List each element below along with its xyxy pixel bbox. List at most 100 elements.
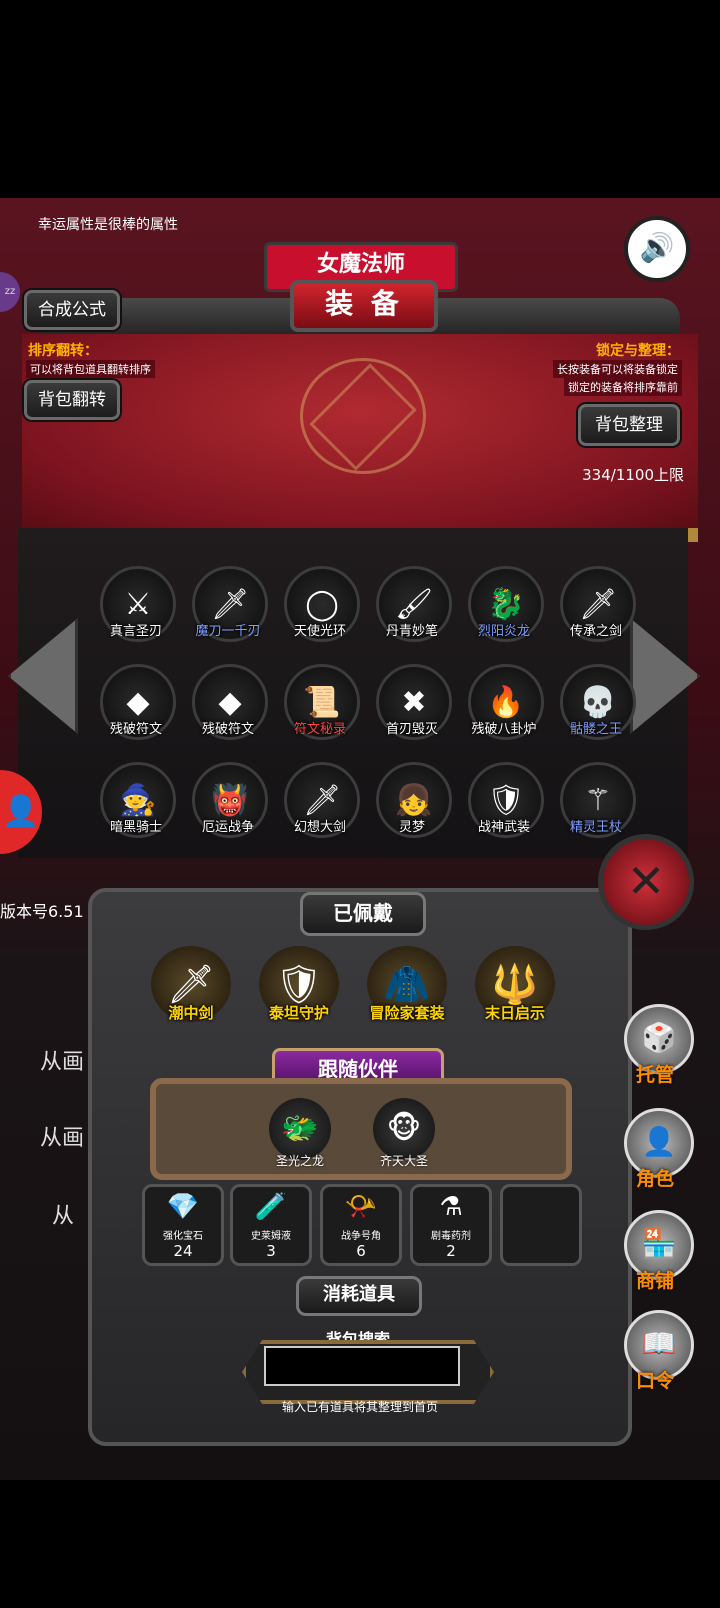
inventory-item[interactable]: 🗡 魔刀一千刃 — [182, 566, 274, 664]
hooded-figure-icon: 👤 — [641, 1125, 677, 1158]
background-text-3: 从 — [52, 1204, 75, 1229]
equipped-item-label: 末日启示 — [484, 1004, 545, 1022]
sleep-badge[interactable]: zz — [0, 272, 20, 312]
inventory-item-label: 残破符文 — [201, 722, 254, 737]
inventory-item-label: 符文秘录 — [293, 722, 346, 737]
search-input[interactable] — [264, 1346, 460, 1386]
bag-flip-button[interactable]: 背包翻转 — [24, 380, 120, 420]
consumable-label: 战争号角 — [341, 1231, 381, 1242]
potion-bottle-icon: 🧪 — [254, 1192, 288, 1222]
dice-icon: 🎲 — [641, 1021, 677, 1054]
consumable-item[interactable]: 🧪 史莱姆液 3 — [230, 1184, 312, 1266]
monkey-king-icon: 🐵 — [373, 1098, 435, 1160]
lock-desc-1: 长按装备可以将装备锁定 — [553, 360, 682, 378]
follower-label: 齐天大圣 — [379, 1154, 428, 1168]
inventory-item[interactable]: 👧 灵梦 — [366, 762, 458, 860]
inventory-item-label: 首刃毁灭 — [385, 722, 438, 737]
inventory-item[interactable]: 🗡 幻想大剑 — [274, 762, 366, 860]
lock-desc-2: 锁定的装备将排序靠前 — [564, 378, 682, 396]
inventory-item-label: 灵梦 — [398, 820, 425, 835]
inventory-item-label: 暗黑骑士 — [109, 820, 162, 835]
inventory-item[interactable]: 🗡 传承之剑 — [550, 566, 642, 664]
inventory-item[interactable]: ◆ 残破符文 — [90, 664, 182, 762]
gold-dragon-icon: 🐲 — [269, 1098, 331, 1160]
inventory-item-label: 战神武装 — [477, 820, 530, 835]
side-menu-label: 商铺 — [636, 1270, 675, 1292]
inventory-item-label: 骷髅之王 — [569, 722, 622, 737]
inventory-item[interactable]: ◆ 残破符文 — [182, 664, 274, 762]
version-label: 版本号6.51 — [0, 902, 84, 921]
follower-label: 圣光之龙 — [275, 1154, 324, 1168]
inventory-item[interactable]: 🧙 暗黑骑士 — [90, 762, 182, 860]
inventory-item[interactable]: 🐉 烈阳炎龙 — [458, 566, 550, 664]
war-horn-icon: 📯 — [344, 1192, 378, 1222]
search-hint: 输入已有道具将其整理到首页 — [281, 1400, 438, 1414]
side-menu-label: 角色 — [636, 1168, 675, 1190]
game-screen: 幸运属性是很棒的属性 zz 女魔法师 装 备 🔊 合成公式 排序翻转： 可以将背… — [0, 198, 720, 1480]
synth-formula-button[interactable]: 合成公式 — [24, 290, 120, 330]
background-text-1: 从画 — [40, 1050, 85, 1075]
consumable-count: 6 — [356, 1242, 366, 1260]
consumable-label: 史莱姆液 — [251, 1231, 291, 1242]
bag-capacity: 334/1100上限 — [582, 466, 684, 484]
consumable-count: 3 — [266, 1242, 276, 1260]
poison-flask-icon: ⚗ — [439, 1192, 463, 1222]
inventory-item[interactable]: 💀 骷髅之王 — [550, 664, 642, 762]
consumable-item[interactable]: 💎 强化宝石 24 — [142, 1184, 224, 1266]
close-icon: ✕ — [626, 854, 666, 908]
inventory-item[interactable]: ✖ 首刃毁灭 — [366, 664, 458, 762]
equipped-item[interactable]: 🗡 潮中剑 — [148, 946, 234, 1036]
sort-title: 排序翻转： — [28, 343, 98, 359]
sort-desc: 可以将背包道具翻转排序 — [26, 360, 155, 378]
inventory-item[interactable]: 🔥 残破八卦炉 — [458, 664, 550, 762]
inventory-item-label: 残破八卦炉 — [471, 722, 537, 737]
inventory-item-label: 精灵王杖 — [569, 820, 622, 835]
tip-text: 幸运属性是很棒的属性 — [38, 217, 178, 233]
equipped-item-label: 冒险家套装 — [369, 1004, 445, 1022]
inventory-item[interactable]: ◯ 天使光环 — [274, 566, 366, 664]
consumables-title: 消耗道具 — [296, 1276, 422, 1316]
consumable-item[interactable]: ⚗ 剧毒药剂 2 — [410, 1184, 492, 1266]
inventory-item-label: 幻想大剑 — [293, 820, 346, 835]
inventory-item-label: 厄运战争 — [201, 820, 254, 835]
follower-item[interactable]: 🐵 齐天大圣 — [368, 1098, 440, 1178]
consumable-count: 2 — [446, 1242, 456, 1260]
consumable-item[interactable]: 📯 战争号角 6 — [320, 1184, 402, 1266]
close-button[interactable]: ✕ — [598, 834, 694, 930]
inventory-item-label: 烈阳炎龙 — [477, 624, 530, 639]
equipped-item[interactable]: 🔱 末日启示 — [472, 946, 558, 1036]
inventory-item[interactable]: 📜 符文秘录 — [274, 664, 366, 762]
empty-consumable-slot[interactable] — [500, 1184, 582, 1266]
equipped-item[interactable]: 🧥 冒险家套装 — [364, 946, 450, 1036]
side-menu-label: 托管 — [636, 1064, 675, 1086]
person-icon: 👤 — [2, 794, 40, 829]
green-gem-icon: 💎 — [166, 1192, 200, 1222]
shop-icon: 🏪 — [641, 1227, 677, 1260]
lock-title: 锁定与整理： — [596, 343, 680, 359]
followers-panel — [150, 1078, 572, 1180]
inventory-item[interactable]: 🛡 战神武装 — [458, 762, 550, 860]
equipped-title: 已佩戴 — [300, 892, 426, 936]
equipped-item-label: 潮中剑 — [168, 1004, 214, 1022]
inventory-item[interactable]: 🖌 丹青妙笔 — [366, 566, 458, 664]
inventory-item-label: 传承之剑 — [569, 624, 622, 639]
inventory-item-label: 天使光环 — [293, 624, 346, 639]
inventory-item-label: 丹青妙笔 — [385, 624, 438, 639]
follower-item[interactable]: 🐲 圣光之龙 — [264, 1098, 336, 1178]
inventory-item-label: 残破符文 — [109, 722, 162, 737]
bag-arrange-button[interactable]: 背包整理 — [578, 404, 680, 446]
inventory-item[interactable]: ⚔ 真言圣刃 — [90, 566, 182, 664]
inventory-item-label: 真言圣刃 — [109, 624, 162, 639]
inventory-item[interactable]: 👹 厄运战争 — [182, 762, 274, 860]
inventory-item-label: 魔刀一千刃 — [195, 624, 261, 639]
sound-toggle-button[interactable]: 🔊 — [624, 216, 690, 282]
panel-title: 装 备 — [290, 280, 438, 332]
equipped-item[interactable]: 🛡 泰坦守护 — [256, 946, 342, 1036]
speaker-icon: 🔊 — [639, 231, 675, 264]
book-icon: 📖 — [641, 1327, 677, 1360]
consumable-count: 24 — [173, 1242, 193, 1260]
consumable-label: 强化宝石 — [163, 1231, 203, 1242]
equipped-item-label: 泰坦守护 — [268, 1004, 329, 1022]
side-menu-label: 口令 — [636, 1370, 675, 1392]
consumable-label: 剧毒药剂 — [431, 1231, 471, 1242]
